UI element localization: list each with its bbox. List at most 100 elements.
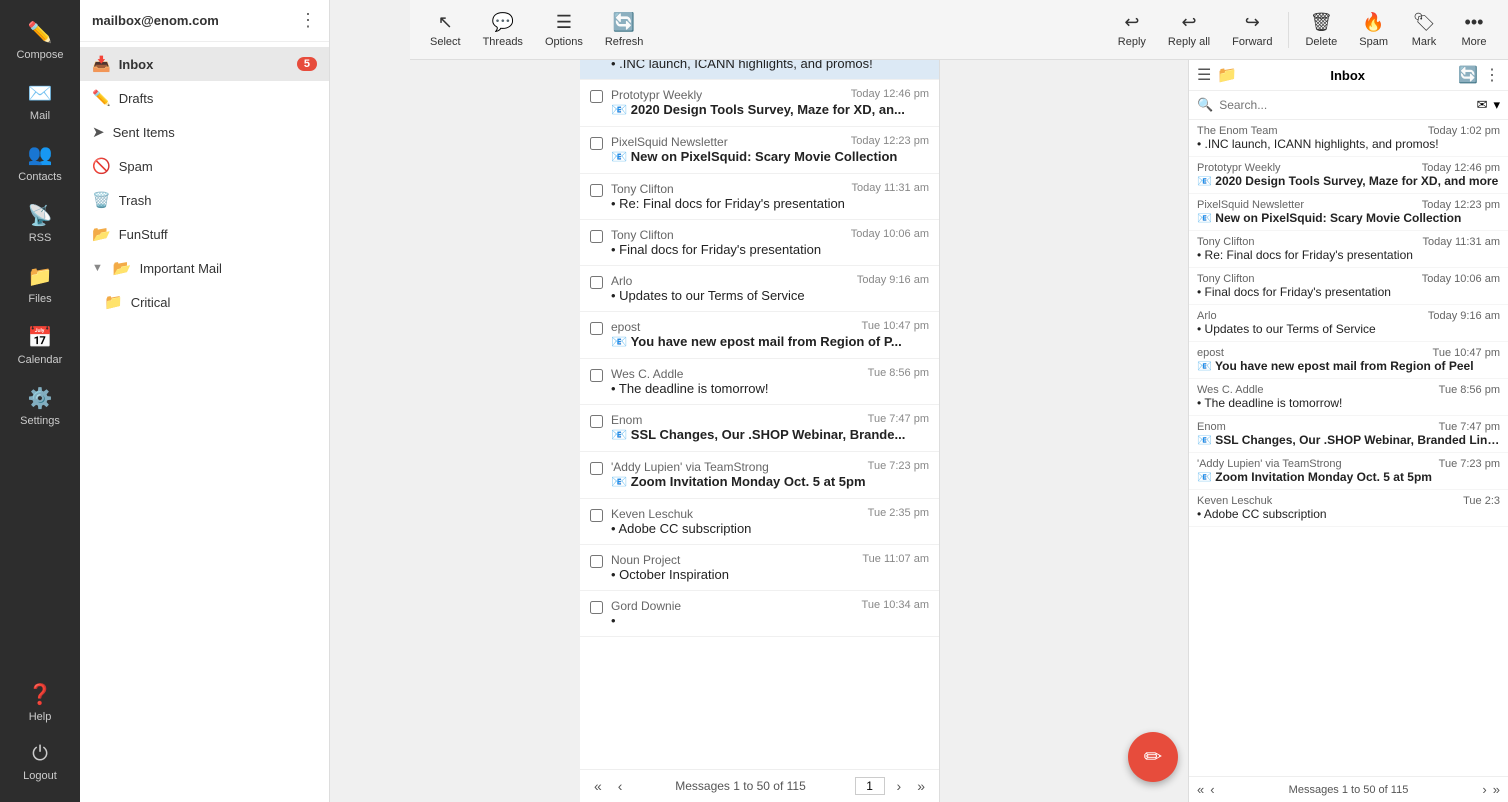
mini-sender: Prototypr Weekly [1197,162,1281,174]
next-page-button[interactable]: › [893,776,906,796]
message-row[interactable]: Noun ProjectTue 11:07 am• October Inspir… [580,545,939,591]
message-checkbox[interactable] [590,90,603,103]
mini-search-input[interactable] [1219,98,1470,112]
mini-message-row[interactable]: EnomTue 7:47 pm📧 SSL Changes, Our .SHOP … [1189,416,1508,453]
message-row[interactable]: Keven LeschukTue 2:35 pm• Adobe CC subsc… [580,499,939,545]
mini-hamburger-icon[interactable]: ☰ [1197,65,1211,85]
mini-message-row[interactable]: The Enom TeamToday 1:02 pm• .INC launch,… [1189,120,1508,157]
message-checkbox[interactable] [590,137,603,150]
message-row[interactable]: EnomTue 7:47 pm📧 SSL Changes, Our .SHOP … [580,405,939,452]
sidebar-item-compose[interactable]: ✏️ Compose [0,10,80,71]
message-sender: Arlo [611,274,632,288]
mark-button[interactable]: 🏷 Mark [1400,6,1448,54]
mini-message-row[interactable]: epostTue 10:47 pm📧 You have new epost ma… [1189,342,1508,379]
mini-message-row[interactable]: Tony CliftonToday 10:06 am• Final docs f… [1189,268,1508,305]
message-checkbox[interactable] [590,415,603,428]
folder-menu-button[interactable]: ⋮ [299,10,317,31]
folder-item-critical[interactable]: 📁 Critical [80,285,329,319]
refresh-button[interactable]: 🔄 Refresh [595,6,654,54]
page-input[interactable] [855,777,885,795]
mini-subject: 📧 2020 Design Tools Survey, Maze for XD,… [1197,174,1500,188]
delete-button[interactable]: 🗑 Delete [1295,6,1347,54]
message-row[interactable]: PixelSquid NewsletterToday 12:23 pm📧 New… [580,127,939,174]
mini-time: Today 1:02 pm [1428,125,1500,137]
files-icon: 📁 [28,264,53,289]
sidebar-item-rss[interactable]: 📡 RSS [0,193,80,254]
mini-message-row[interactable]: Prototypr Weekly Today 12:46 pm📧 2020 Des… [1189,157,1508,194]
sidebar-item-settings[interactable]: ⚙️ Settings [0,376,80,437]
sidebar-item-contacts[interactable]: 👥 Contacts [0,132,80,193]
mini-refresh-icon[interactable]: 🔄 [1458,65,1478,85]
mini-title: Inbox [1243,68,1452,83]
folder-item-spam[interactable]: 🚫 Spam [80,149,329,183]
spam-button[interactable]: 🔥 Spam [1349,6,1398,54]
mini-filter-icon[interactable]: ✉ [1477,97,1488,113]
message-footer: « ‹ Messages 1 to 50 of 115 › » [580,769,939,802]
folder-item-trash[interactable]: 🗑️ Trash [80,183,329,217]
reply-all-button[interactable]: ↩ Reply all [1158,6,1220,54]
message-row[interactable]: 'Addy Lupien' via TeamStrongTue 7:23 pm📧… [580,452,939,499]
message-row[interactable]: Gord DownieTue 10:34 am• [580,591,939,637]
threads-button[interactable]: 💬 Threads [473,6,533,54]
mini-first-page[interactable]: « [1197,782,1204,797]
sidebar-item-logout[interactable]: ⏻ Logout [0,733,80,792]
sent-icon: ➤ [92,123,105,141]
message-checkbox[interactable] [590,601,603,614]
message-row[interactable]: Prototypr WeeklyToday 12:46 pm📧 2020 Des… [580,80,939,127]
mini-folder-icon[interactable]: 📁 [1217,65,1237,85]
options-button[interactable]: ☰ Options [535,6,593,54]
mini-next-page[interactable]: › [1482,782,1486,797]
message-checkbox[interactable] [590,555,603,568]
sidebar-item-mail[interactable]: ✉️ Mail [0,71,80,132]
mini-message-row[interactable]: Wes C. AddleTue 8:56 pm• The deadline is… [1189,379,1508,416]
message-checkbox[interactable] [590,369,603,382]
message-row[interactable]: Tony CliftonToday 11:31 am• Re: Final do… [580,174,939,220]
reply-button[interactable]: ↩ Reply [1108,6,1156,54]
folder-item-drafts[interactable]: ✏️ Drafts [80,81,329,115]
mini-message-row[interactable]: PixelSquid NewsletterToday 12:23 pm📧 New… [1189,194,1508,231]
message-checkbox[interactable] [590,322,603,335]
message-checkbox[interactable] [590,462,603,475]
folder-item-sent[interactable]: ➤ Sent Items [80,115,329,149]
last-page-button[interactable]: » [913,776,929,796]
message-row[interactable]: Wes C. AddleTue 8:56 pm• The deadline is… [580,359,939,405]
message-time: Today 11:31 am [852,182,929,196]
message-checkbox[interactable] [590,509,603,522]
mini-message-row[interactable]: Tony CliftonToday 11:31 am• Re: Final do… [1189,231,1508,268]
mini-prev-page[interactable]: ‹ [1210,782,1214,797]
folder-item-inbox[interactable]: 📥 Inbox 5 [80,47,329,81]
forward-button[interactable]: ↪ Forward [1222,6,1282,54]
sidebar-item-files[interactable]: 📁 Files [0,254,80,315]
message-checkbox[interactable] [590,230,603,243]
message-checkbox[interactable] [590,276,603,289]
inbox-icon: 📥 [92,55,111,73]
mini-message-row[interactable]: 'Addy Lupien' via TeamStrongTue 7:23 pm📧… [1189,453,1508,490]
sidebar-item-calendar[interactable]: 📅 Calendar [0,315,80,376]
mini-message-row[interactable]: Keven LeschukTue 2:3• Adobe CC subscript… [1189,490,1508,527]
mini-time: Today 12:46 pm [1422,162,1500,174]
mini-sender: epost [1197,347,1224,359]
mini-subject: 📧 Zoom Invitation Monday Oct. 5 at 5pm [1197,470,1500,484]
prev-page-button[interactable]: ‹ [614,776,627,796]
select-button[interactable]: ↖ Select [420,6,471,54]
mini-sender: Wes C. Addle [1197,384,1263,396]
sidebar-item-help[interactable]: ❓ Help [0,672,80,733]
first-page-button[interactable]: « [590,776,606,796]
message-row[interactable]: Tony CliftonToday 10:06 am• Final docs f… [580,220,939,266]
folder-item-importantmail[interactable]: ▼ 📂 Important Mail [80,251,329,285]
message-row[interactable]: ArloToday 9:16 am• Updates to our Terms … [580,266,939,312]
importantmail-icon: 📂 [113,259,132,277]
message-checkbox[interactable] [590,184,603,197]
mini-message-row[interactable]: ArloToday 9:16 am• Updates to our Terms … [1189,305,1508,342]
more-button[interactable]: ••• More [1450,6,1498,54]
mini-sender: The Enom Team [1197,125,1278,137]
message-row[interactable]: epostTue 10:47 pm📧 You have new epost ma… [580,312,939,359]
mini-more-icon[interactable]: ⋮ [1484,65,1500,85]
main-area: mailbox@enom.com ⋮ 📥 Inbox 5 ✏️ Drafts ➤… [80,0,1508,802]
compose-fab[interactable]: ✏ [1128,732,1178,782]
toolbar-right: ↩ Reply ↩ Reply all ↪ Forward 🗑 Delete 🔥… [1108,6,1498,54]
folder-item-funstuff[interactable]: 📂 FunStuff [80,217,329,251]
mini-dropdown-icon[interactable]: ▾ [1493,97,1500,113]
message-sender: Gord Downie [611,599,681,613]
mini-last-page[interactable]: » [1493,782,1500,797]
